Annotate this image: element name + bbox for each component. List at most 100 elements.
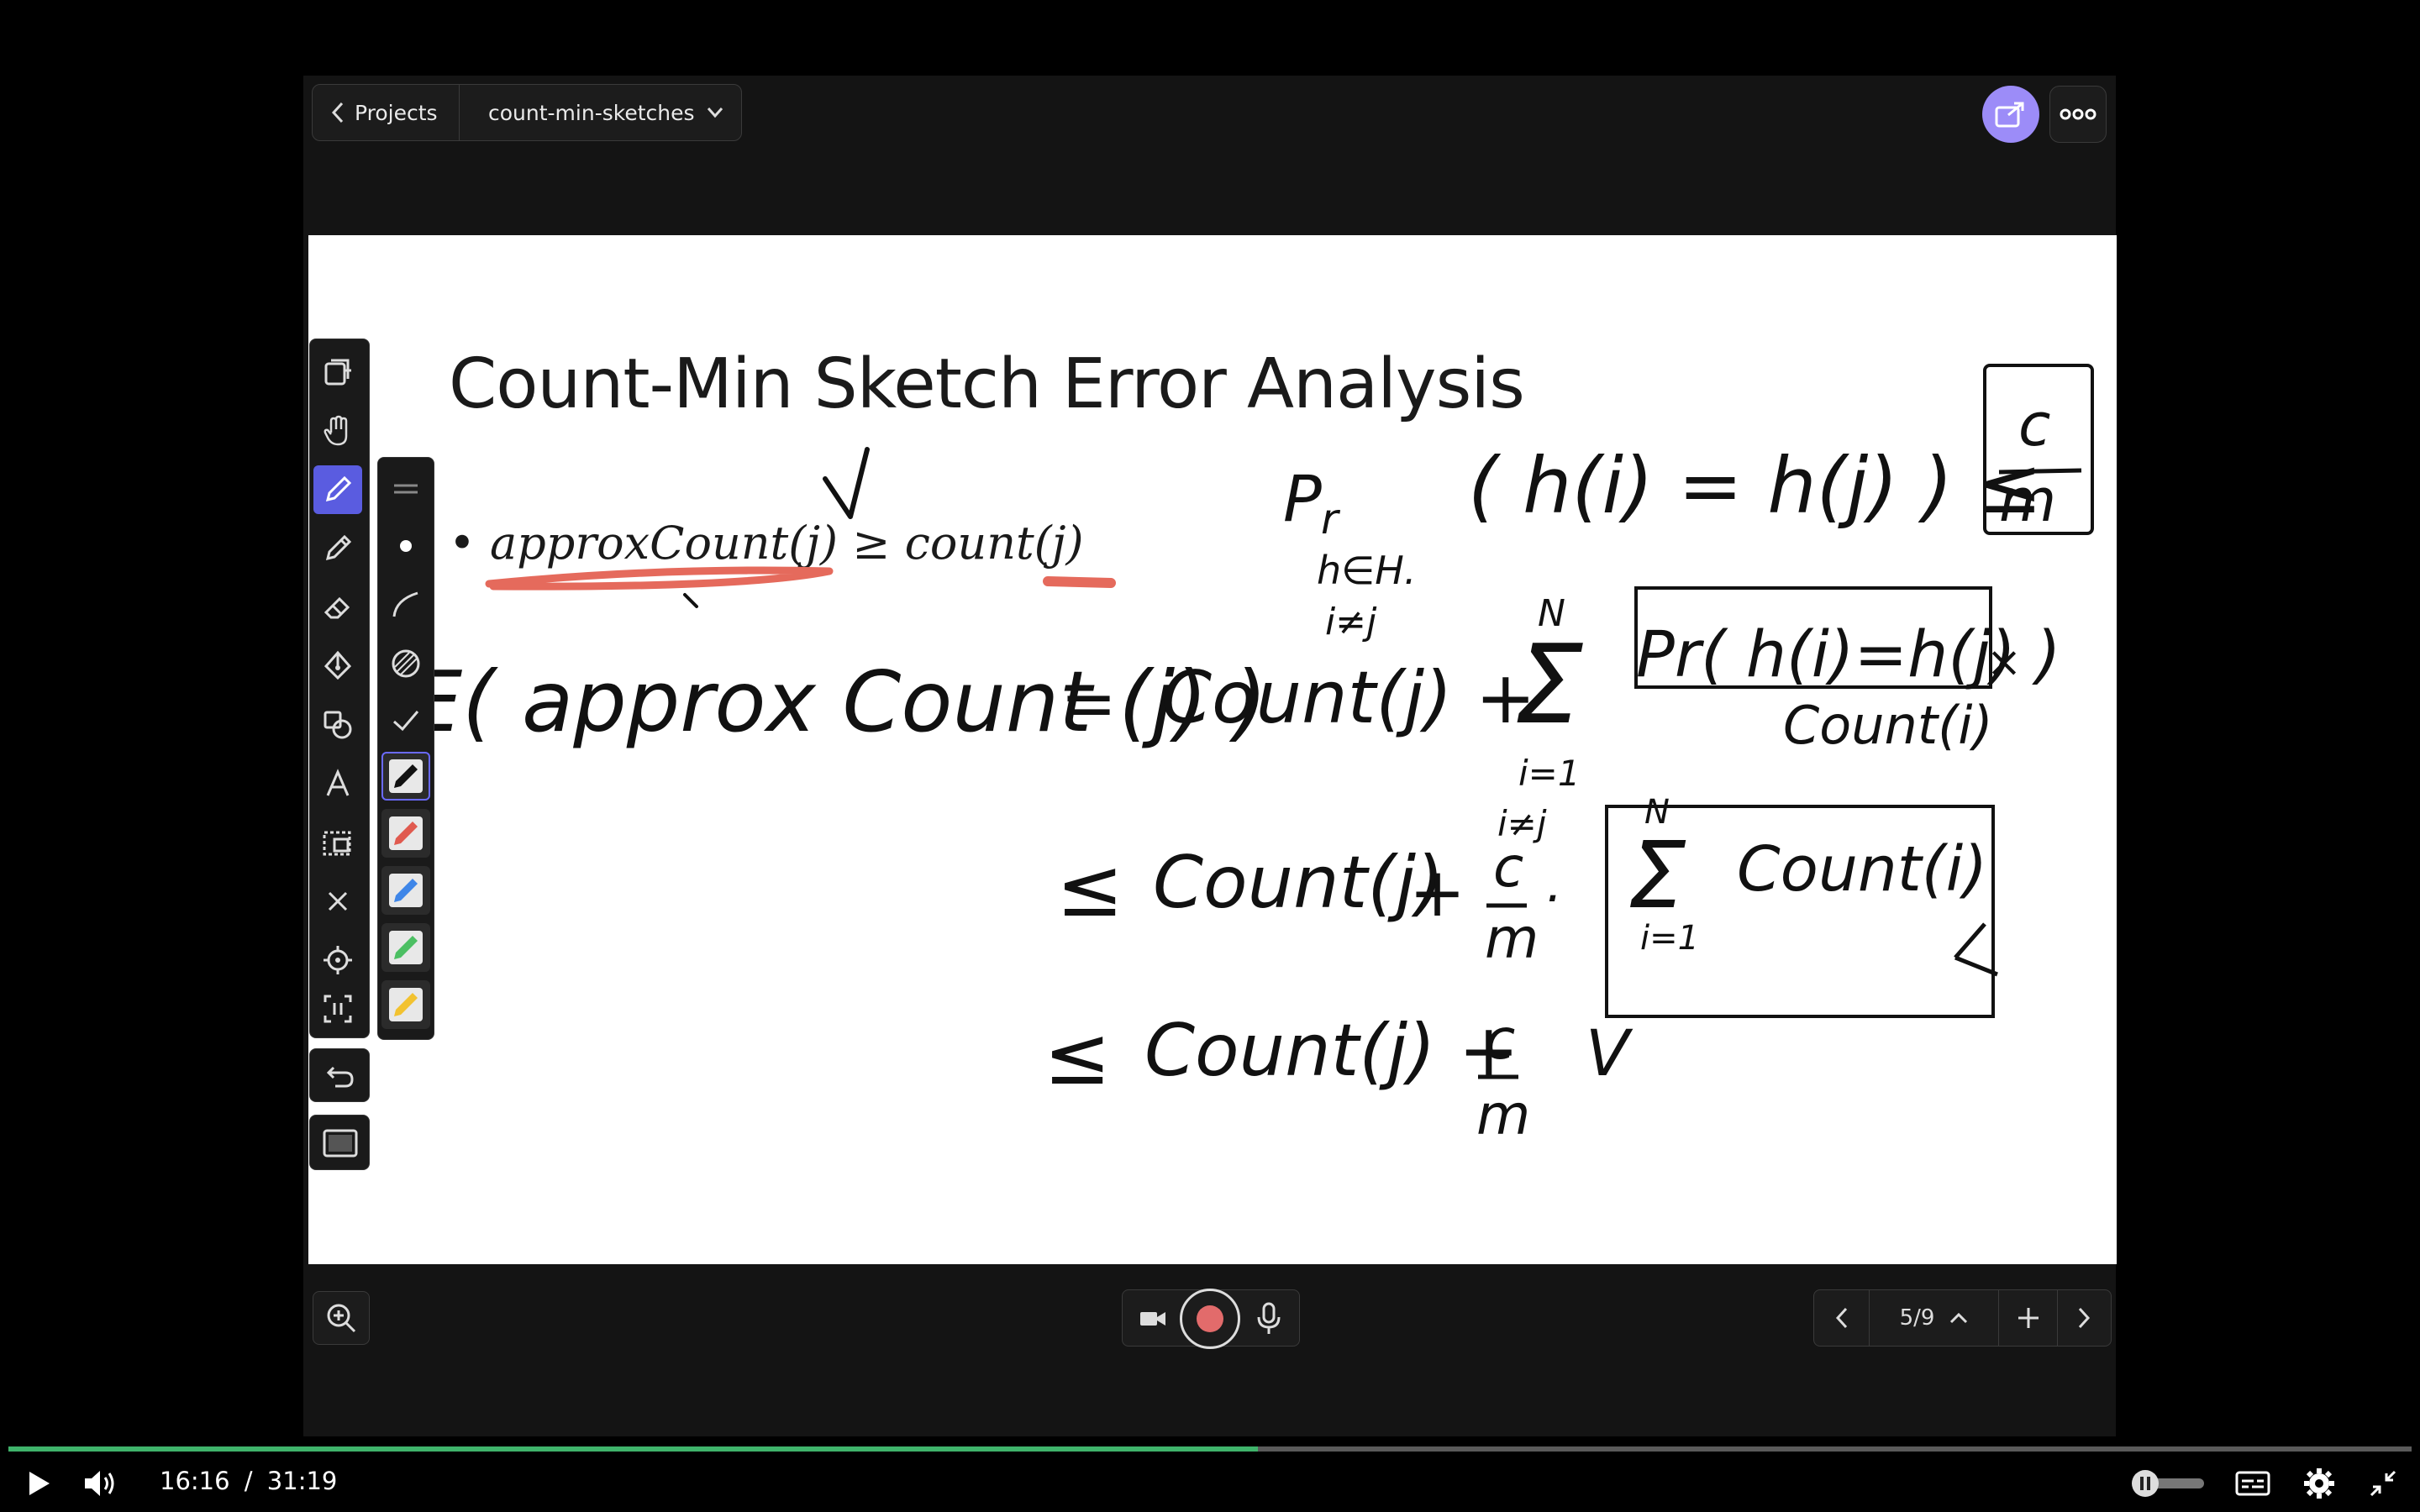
back-to-projects-button[interactable]: Projects [312, 84, 460, 141]
svg-text:+: + [1409, 853, 1465, 932]
undo-button[interactable] [309, 1048, 370, 1102]
pen-color-red[interactable] [381, 809, 430, 858]
opacity-icon [392, 649, 420, 678]
svg-text:N: N [1644, 793, 1670, 832]
lasso-tool-icon [323, 831, 351, 856]
pen-tool-icon [325, 475, 352, 502]
hw-pr: P [1283, 461, 1322, 536]
project-selector-dropdown[interactable]: count-min-sketches [459, 84, 742, 141]
share-button[interactable] [1982, 86, 2039, 143]
chevron-left-icon [1835, 1307, 1847, 1329]
previous-page-button[interactable] [1814, 1290, 1870, 1346]
hw-count-j-3: Count(j) + [1144, 1009, 1519, 1093]
stroke-size-button[interactable] [381, 522, 430, 570]
time-separator: / [244, 1467, 253, 1495]
pen-yellow-icon [389, 988, 423, 1021]
time-display: 16:16 / 31:19 [160, 1467, 337, 1495]
page-navigator: 5/9 [1813, 1289, 2112, 1347]
eraser-tool-icon [324, 596, 350, 619]
pen-color-black[interactable] [381, 752, 430, 801]
slides-panel-button[interactable] [309, 1115, 370, 1170]
plus-icon [2018, 1308, 2039, 1328]
text-tool-button[interactable] [313, 759, 362, 808]
drawing-toolbar [309, 339, 370, 1038]
pen-color-green[interactable] [381, 923, 430, 972]
copy-tool-icon [324, 359, 351, 386]
shapes-tool-button[interactable] [313, 701, 362, 749]
playback-speed-toggle[interactable] [2130, 1467, 2207, 1500]
capture-tool-button[interactable] [313, 984, 362, 1033]
volume-button[interactable] [81, 1467, 119, 1500]
camera-button[interactable] [1133, 1299, 1173, 1339]
red-underline-count [1043, 576, 1116, 588]
handwriting-layer: P r h∈H. i≠j ( h(i) = h(j) ) ≤ c m E( ap… [409, 364, 2094, 1147]
lasso-tool-button[interactable] [313, 818, 362, 867]
shapes-tool-icon [324, 711, 352, 739]
svg-text:·: · [1544, 869, 1560, 928]
play-button[interactable] [22, 1467, 55, 1500]
captions-button[interactable] [2233, 1467, 2272, 1500]
hw-pr-cond: h∈H. [1317, 548, 1416, 593]
highlighter-tool-button[interactable] [313, 524, 362, 573]
add-page-button[interactable] [1999, 1290, 2058, 1346]
video-controls: 16:16 / 31:19 [0, 1455, 2420, 1512]
hw-sigma-2: Σ [1628, 822, 1686, 929]
eraser-tool-button[interactable] [313, 583, 362, 632]
svg-text:c: c [1485, 1007, 1515, 1072]
clear-tool-icon [328, 891, 348, 911]
hw-count-i-2: Count(i) [1737, 833, 1987, 906]
camera-icon [1140, 1312, 1165, 1326]
slide-canvas[interactable]: Count-Min Sketch Error Analysis • approx… [308, 235, 2117, 1264]
svg-text:m: m [1485, 906, 1539, 971]
exit-fullscreen-button[interactable] [2366, 1467, 2400, 1500]
settings-button[interactable] [2301, 1465, 2338, 1502]
pen-color-yellow[interactable] [381, 980, 430, 1029]
capture-tool-icon [324, 995, 352, 1023]
more-options-button[interactable] [2049, 86, 2107, 143]
svg-text:m: m [1999, 466, 2056, 535]
recording-controls [1122, 1289, 1300, 1349]
more-icon [2060, 108, 2096, 120]
red-underline-approx [485, 566, 834, 591]
pen-color-blue[interactable] [381, 866, 430, 915]
hw-sigma-1: Σ [1514, 621, 1583, 748]
fill-tool-button[interactable] [313, 642, 362, 690]
svg-text:c: c [1493, 835, 1523, 900]
exit-fullscreen-icon [2370, 1470, 2396, 1497]
chevron-down-icon [707, 108, 723, 118]
laser-tool-button[interactable] [313, 936, 362, 984]
hand-tool-icon [324, 415, 348, 446]
back-label: Projects [355, 100, 438, 125]
microphone-button[interactable] [1249, 1299, 1289, 1339]
share-icon [1995, 102, 2024, 128]
record-button[interactable] [1180, 1289, 1240, 1349]
opacity-button[interactable] [381, 639, 430, 688]
svg-text:r: r [1321, 495, 1341, 543]
svg-text:N: N [1538, 592, 1565, 635]
microphone-icon [1257, 1302, 1281, 1334]
chevron-right-icon [2078, 1307, 2091, 1329]
hw-pr-expr: ( h(i) = h(j) ) ≤ [1468, 441, 2043, 531]
clear-tool-button[interactable] [313, 877, 362, 926]
hw-count-i: Count(i) [1783, 695, 1993, 756]
copy-tool-button[interactable] [313, 348, 362, 396]
drag-handle-icon [394, 484, 418, 494]
smoothing-toggle[interactable] [381, 696, 430, 745]
chevron-left-icon [331, 102, 344, 123]
svg-text:m: m [1476, 1083, 1530, 1147]
pen-tool-button[interactable] [313, 465, 362, 514]
hw-leq-2: ≤ [1044, 1009, 1111, 1103]
stroke-style-button[interactable] [381, 580, 430, 629]
next-page-button[interactable] [2058, 1290, 2110, 1346]
zoom-icon [327, 1304, 356, 1333]
text-tool-icon [326, 769, 350, 796]
hw-expectation: E( approx Count (j) ) [409, 653, 1267, 751]
pause-toggle-icon [2132, 1470, 2204, 1497]
page-indicator-button[interactable]: 5/9 [1870, 1290, 1999, 1346]
hand-tool-button[interactable] [313, 407, 362, 455]
record-icon [1197, 1305, 1223, 1332]
drag-handle[interactable] [381, 465, 430, 513]
video-progress-bar[interactable] [8, 1446, 2412, 1452]
zoom-button[interactable] [313, 1291, 370, 1345]
svg-text:i≠j: i≠j [1325, 601, 1377, 643]
